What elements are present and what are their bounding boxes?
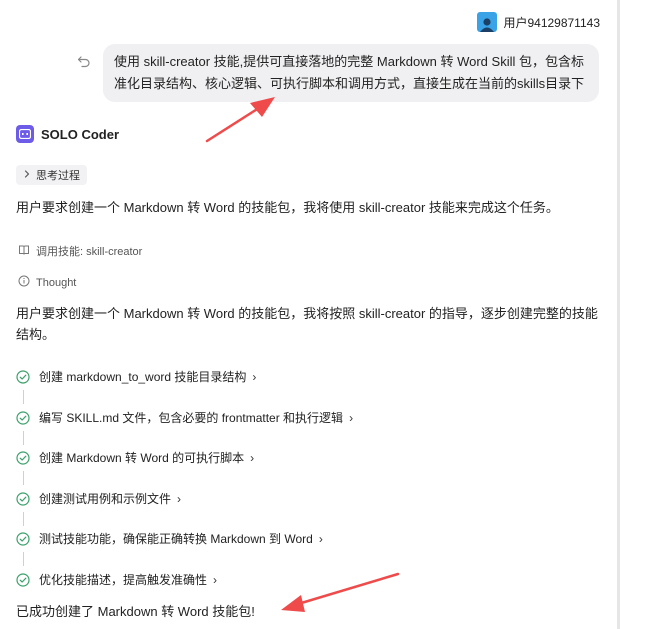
check-circle-icon bbox=[16, 532, 30, 546]
user-avatar-icon bbox=[477, 12, 498, 32]
skill-call[interactable]: 调用技能: skill-creator bbox=[18, 243, 142, 259]
thinking-label: 思考过程 bbox=[36, 170, 80, 182]
robot-icon bbox=[16, 125, 34, 143]
chevron-right-icon: › bbox=[213, 572, 218, 587]
bot-name: SOLO Coder bbox=[41, 126, 120, 142]
step-item[interactable]: 编写 SKILL.md 文件，包含必要的 frontmatter 和执行逻辑 › bbox=[16, 407, 596, 448]
chevron-right-icon: › bbox=[318, 532, 323, 546]
step-label: 编写 SKILL.md 文件，包含必要的 frontmatter 和执行逻辑 bbox=[39, 410, 344, 425]
check-circle-icon bbox=[16, 572, 30, 587]
step-item[interactable]: 创建 Markdown 转 Word 的可执行脚本 › bbox=[16, 447, 596, 488]
step-label: 创建测试用例和示例文件 bbox=[39, 491, 172, 506]
skill-call-label: 调用技能: skill-creator bbox=[36, 246, 143, 258]
book-icon bbox=[18, 244, 30, 259]
step-item[interactable]: 创建测试用例和示例文件 › bbox=[16, 488, 596, 529]
step-item[interactable]: 测试技能功能，确保能正确转换 Markdown 到 Word › bbox=[16, 528, 596, 569]
step-connector bbox=[23, 511, 24, 526]
check-circle-icon bbox=[16, 491, 30, 506]
chevron-right-icon: › bbox=[349, 410, 354, 425]
annotation-arrow-icon bbox=[205, 97, 275, 143]
step-connector bbox=[23, 471, 24, 485]
step-label: 创建 markdown_to_word 技能目录结构 bbox=[39, 370, 247, 384]
final-message: 已成功创建了 Markdown 转 Word 技能包! bbox=[16, 604, 255, 619]
thought-label: Thought bbox=[36, 276, 77, 289]
step-label: 优化技能描述，提高触发准确性 bbox=[39, 572, 208, 587]
user-name: 用户94129871143 bbox=[503, 15, 600, 30]
thought-row[interactable]: Thought bbox=[18, 275, 76, 290]
check-circle-icon bbox=[16, 451, 30, 465]
undo-icon[interactable] bbox=[77, 55, 91, 69]
step-connector bbox=[23, 430, 24, 445]
chevron-right-icon: › bbox=[250, 451, 255, 465]
step-list: 创建 markdown_to_word 技能目录结构 › 编写 SKILL.md… bbox=[16, 366, 596, 609]
intro-text: 用户要求创建一个 Markdown 转 Word 的技能包，我将使用 skill… bbox=[16, 200, 559, 215]
user-header: 用户94129871143 bbox=[477, 12, 600, 32]
plan-text: 用户要求创建一个 Markdown 转 Word 的技能包，我将按照 skill… bbox=[16, 306, 598, 342]
step-label: 测试技能功能，确保能正确转换 Markdown 到 Word bbox=[39, 532, 313, 546]
step-item[interactable]: 创建 markdown_to_word 技能目录结构 › bbox=[16, 366, 596, 407]
check-circle-icon bbox=[16, 410, 30, 425]
step-connector bbox=[23, 390, 24, 404]
scrollbar[interactable] bbox=[617, 0, 620, 629]
info-icon bbox=[18, 275, 30, 290]
chevron-right-icon bbox=[23, 169, 31, 181]
thinking-toggle[interactable]: 思考过程 bbox=[16, 165, 87, 185]
user-message-bubble: 使用 skill-creator 技能,提供可直接落地的完整 Markdown … bbox=[103, 44, 599, 102]
step-connector bbox=[23, 552, 24, 566]
step-label: 创建 Markdown 转 Word 的可执行脚本 bbox=[39, 451, 245, 465]
chevron-right-icon: › bbox=[252, 370, 257, 384]
bot-header: SOLO Coder bbox=[16, 125, 119, 143]
check-circle-icon bbox=[16, 370, 30, 384]
chevron-right-icon: › bbox=[177, 491, 182, 506]
